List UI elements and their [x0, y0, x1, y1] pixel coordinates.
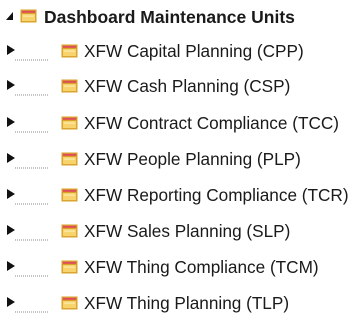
tree-item-xfw-sales-planning-slp[interactable]: XFW Sales Planning (SLP) [0, 214, 358, 244]
folder-icon [61, 115, 78, 130]
folder-icon [61, 187, 78, 202]
tree-item-label: XFW Thing Compliance (TCM) [84, 257, 319, 277]
tree-item-label: XFW Thing Planning (TLP) [84, 293, 290, 313]
folder-icon [61, 223, 78, 238]
tree-connector-line [15, 120, 48, 133]
tree-item-xfw-reporting-compliance-tcr[interactable]: XFW Reporting Compliance (TCR) [0, 178, 358, 208]
folder-icon [61, 43, 78, 58]
folder-icon [61, 78, 78, 93]
tree-connector-line [15, 264, 48, 277]
tree-item-xfw-cash-planning-csp[interactable]: XFW Cash Planning (CSP) [0, 69, 358, 99]
tree-item-label: XFW Capital Planning (CPP) [84, 41, 304, 61]
tree-item-label: XFW People Planning (PLP) [84, 149, 301, 169]
dashboard-maintenance-units-tree: Dashboard Maintenance Units XFW Capital … [0, 0, 358, 320]
tree-root-label: Dashboard Maintenance Units [44, 7, 295, 27]
folder-icon [61, 151, 78, 166]
folder-icon [20, 8, 37, 23]
tree-root-row[interactable]: Dashboard Maintenance Units [0, 2, 358, 32]
folder-icon [61, 295, 78, 310]
tree-connector-line [15, 156, 48, 169]
tree-item-label: XFW Sales Planning (SLP) [84, 221, 291, 241]
tree-item-label: XFW Cash Planning (CSP) [84, 76, 291, 96]
tree-item-label: XFW Reporting Compliance (TCR) [84, 185, 349, 205]
tree-item-xfw-contract-compliance-tcc[interactable]: XFW Contract Compliance (TCC) [0, 106, 358, 136]
tree-connector-line [15, 48, 48, 61]
tree-connector-line [15, 192, 48, 205]
tree-item-label: XFW Contract Compliance (TCC) [84, 113, 339, 133]
tree-connector-line [15, 300, 48, 313]
tree-item-xfw-people-planning-plp[interactable]: XFW People Planning (PLP) [0, 142, 358, 172]
tree-connector-line [15, 83, 48, 96]
folder-icon [61, 259, 78, 274]
tree-item-xfw-thing-compliance-tcm[interactable]: XFW Thing Compliance (TCM) [0, 250, 358, 280]
tree-item-xfw-capital-planning-cpp[interactable]: XFW Capital Planning (CPP) [0, 34, 358, 64]
expanded-triangle-icon[interactable] [5, 9, 15, 21]
tree-connector-line [15, 228, 48, 241]
tree-item-xfw-thing-planning-tlp[interactable]: XFW Thing Planning (TLP) [0, 286, 358, 316]
